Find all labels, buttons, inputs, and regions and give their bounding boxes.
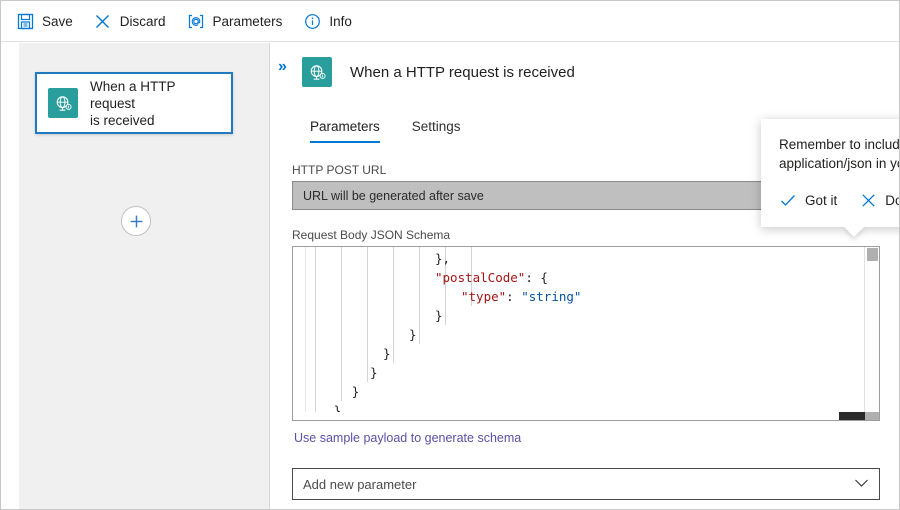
parameters-label: Parameters [213,14,283,29]
editor-indent-guide [393,247,394,363]
schema-label: Request Body JSON Schema [292,228,450,242]
editor-code-line: "postalCode": { [435,268,548,287]
trigger-node-title-line1: When a HTTP request [90,79,175,111]
content-type-teaching-callout: Remember to include a Content-Type heade… [761,119,900,227]
plus-icon [129,214,144,229]
editor-code-line: } [370,363,378,382]
editor-code-line: } [409,325,417,344]
workflow-canvas[interactable]: When a HTTP request is received [2,43,270,509]
add-step-button[interactable] [121,206,151,236]
use-sample-payload-link[interactable]: Use sample payload to generate schema [294,431,521,445]
post-url-label: HTTP POST URL [292,163,386,177]
editor-scroll-corner [865,412,879,420]
canvas-gutter [2,43,19,509]
callout-pointer-arrow [843,226,865,237]
panel-title: When a HTTP request is received [350,64,575,81]
discard-button[interactable]: Discard [91,6,176,36]
editor-indent-guide [341,247,342,401]
editor-code-line: }, [435,249,450,268]
panel-tabs: Parameters Settings [310,115,493,143]
editor-code-line: } [435,306,443,325]
editor-code-line: "type": "string" [461,287,581,306]
info-label: Info [329,14,352,29]
trigger-node-title: When a HTTP request is received [90,78,220,129]
close-icon [93,11,113,31]
editor-code-line: } [383,344,391,363]
trigger-node-card[interactable]: When a HTTP request is received [35,72,233,134]
info-icon [302,11,322,31]
editor-horizontal-scrollbar[interactable] [305,412,865,420]
expand-panel-chevron-icon[interactable]: » [278,59,286,75]
parameters-button[interactable]: Parameters [184,6,293,36]
panel-header: When a HTTP request is received [302,57,575,87]
trigger-node-title-line2: is received [90,113,155,128]
callout-actions: Got it Do not show again [779,191,900,209]
callout-message: Remember to include a Content-Type heade… [779,135,900,173]
editor-code-line: } [352,382,360,401]
http-request-icon [302,57,332,87]
tab-parameters[interactable]: Parameters [310,115,380,143]
discard-label: Discard [120,14,166,29]
editor-vertical-scrollbar[interactable] [864,247,879,420]
info-button[interactable]: Info [300,6,362,36]
callout-do-not-show-again-label: Do not show again [885,193,900,208]
tab-settings[interactable]: Settings [412,115,461,143]
save-icon [15,11,35,31]
callout-do-not-show-again-button[interactable]: Do not show again [859,191,900,209]
at-bracket-icon [186,11,206,31]
command-toolbar: Save Discard Parameters [1,1,899,42]
editor-indent-guide [419,247,420,344]
logic-app-designer: Save Discard Parameters [0,0,900,510]
editor-horizontal-scroll-thumb[interactable] [839,412,865,420]
check-icon [779,191,797,209]
editor-indent-guide [367,247,368,382]
chevron-down-icon [854,475,869,493]
save-button[interactable]: Save [13,6,83,36]
trigger-details-panel: » When a HTTP request is received Parame… [270,43,900,509]
callout-got-it-button[interactable]: Got it [779,191,837,209]
editor-vertical-scroll-thumb[interactable] [867,248,878,261]
add-new-parameter-dropdown[interactable]: Add new parameter [292,468,880,500]
add-new-parameter-placeholder: Add new parameter [303,477,854,492]
http-request-icon [48,88,78,118]
editor-code-area[interactable]: },"postalCode": {"type": "string"}}}}}}} [305,247,865,420]
json-schema-editor[interactable]: },"postalCode": {"type": "string"}}}}}}} [292,246,880,421]
editor-indent-guide [315,247,316,420]
close-icon [859,191,877,209]
save-label: Save [42,14,73,29]
callout-got-it-label: Got it [805,193,837,208]
